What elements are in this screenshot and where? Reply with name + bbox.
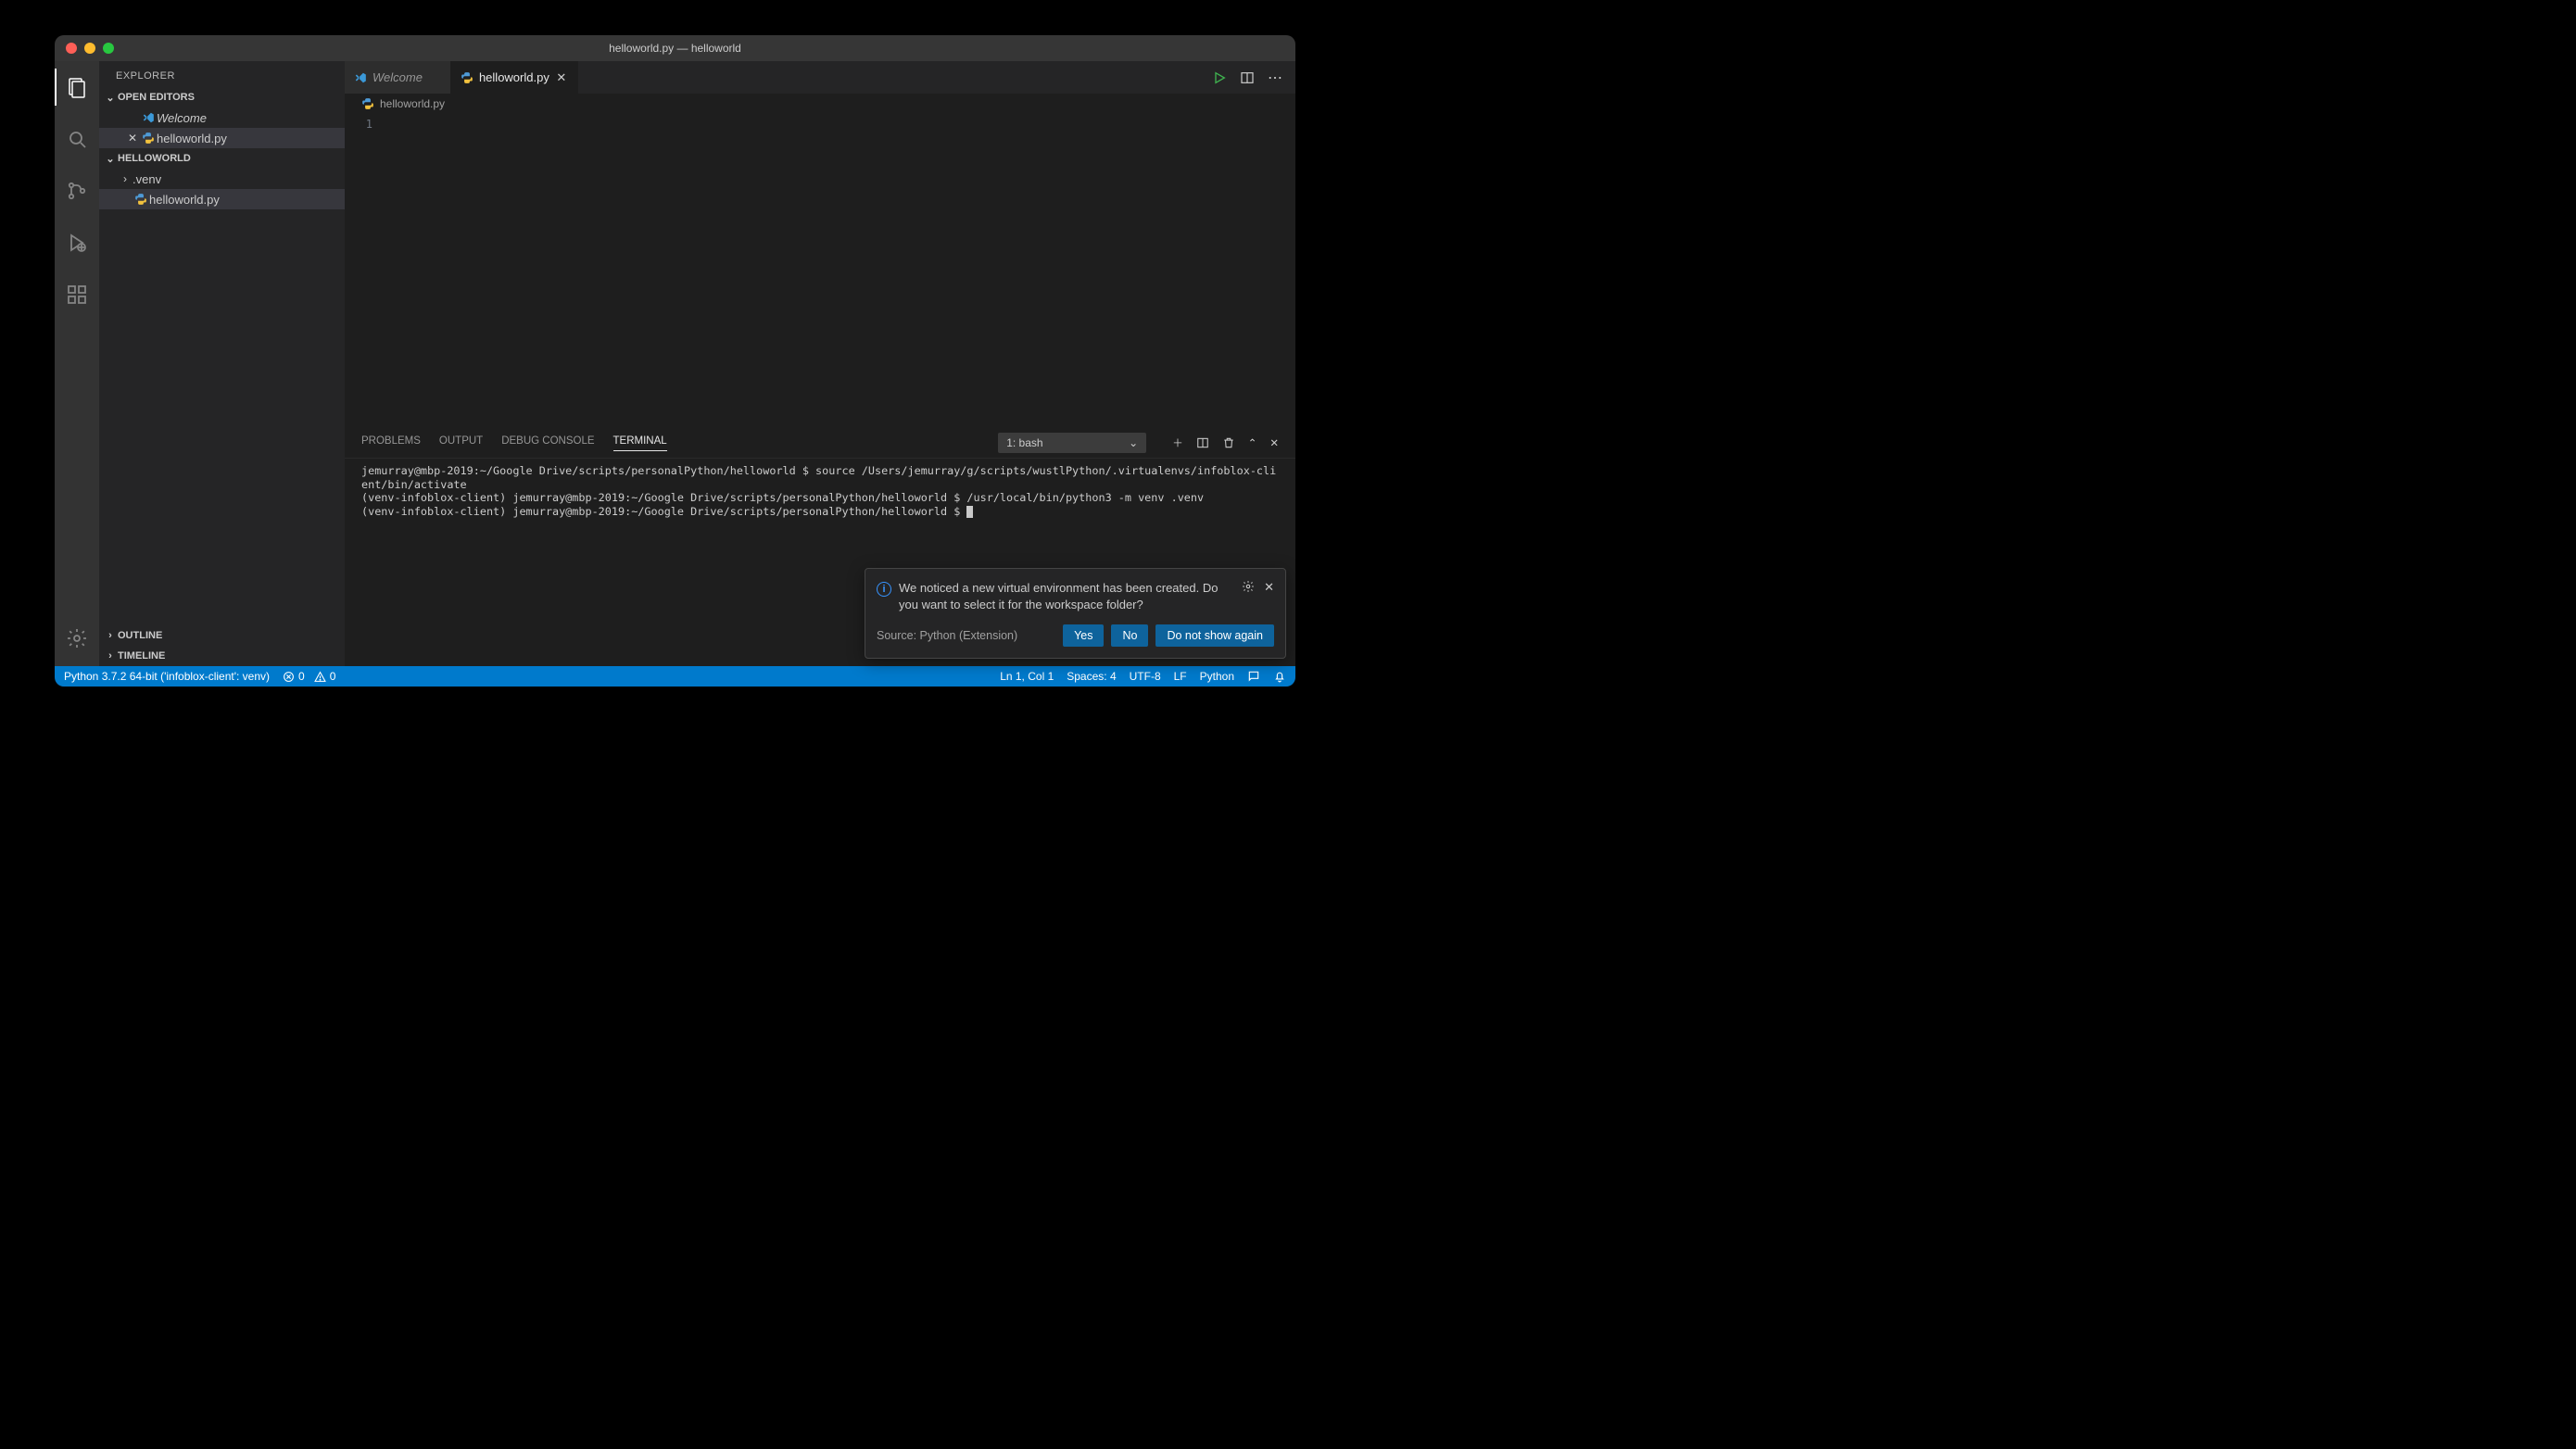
explorer-icon[interactable] [55, 69, 99, 106]
terminal-selector[interactable]: 1: bash ⌄ [998, 433, 1146, 453]
sidebar-title: EXPLORER [99, 61, 345, 87]
panel-tab-terminal[interactable]: TERMINAL [613, 435, 667, 451]
maximize-panel-icon[interactable]: ⌃ [1248, 436, 1257, 449]
terminal-line: jemurray@mbp-2019:~/Google Drive/scripts… [361, 464, 1276, 491]
outline-header[interactable]: › OUTLINE [99, 625, 345, 646]
kill-terminal-icon[interactable] [1222, 436, 1235, 449]
window-close-button[interactable] [66, 43, 77, 54]
close-panel-icon[interactable]: ✕ [1269, 436, 1279, 449]
open-editor-label: helloworld.py [157, 132, 227, 145]
notification-close-icon[interactable]: ✕ [1264, 580, 1274, 595]
editor-body[interactable]: 1 [345, 114, 1295, 427]
open-editor-welcome[interactable]: Welcome [99, 107, 345, 128]
status-python-interpreter[interactable]: Python 3.7.2 64-bit ('infoblox-client': … [64, 670, 270, 683]
new-terminal-icon[interactable]: ＋ [1172, 435, 1183, 450]
notification-message: We noticed a new virtual environment has… [899, 580, 1234, 613]
search-icon[interactable] [55, 120, 99, 158]
info-icon: i [877, 582, 891, 597]
python-icon [140, 132, 157, 145]
settings-gear-icon[interactable] [55, 620, 99, 657]
title-bar: helloworld.py — helloworld [55, 35, 1295, 61]
source-control-icon[interactable] [55, 172, 99, 209]
close-icon[interactable]: ✕ [125, 132, 140, 145]
status-cursor-position[interactable]: Ln 1, Col 1 [1000, 670, 1054, 683]
file-label: helloworld.py [149, 193, 220, 207]
python-icon [133, 193, 149, 206]
close-icon[interactable]: ✕ [555, 70, 568, 85]
chevron-right-icon: › [103, 630, 118, 641]
vscode-icon [354, 71, 367, 84]
code-area[interactable] [385, 114, 1295, 427]
notification-toast: i We noticed a new virtual environment h… [865, 568, 1286, 659]
line-number: 1 [345, 118, 373, 131]
warning-icon [314, 671, 326, 683]
terminal-cursor [966, 506, 973, 518]
terminal-selector-label: 1: bash [1006, 436, 1042, 449]
panel-tab-problems[interactable]: PROBLEMS [361, 435, 421, 450]
tab-welcome[interactable]: Welcome ✕ [345, 61, 451, 94]
breadcrumb-file: helloworld.py [380, 97, 445, 110]
line-gutter: 1 [345, 114, 385, 427]
workspace-label: HELLOWORLD [118, 153, 191, 164]
run-button[interactable] [1212, 70, 1227, 85]
outline-label: OUTLINE [118, 630, 162, 641]
python-icon [461, 71, 474, 84]
chevron-down-icon: ⌄ [1129, 436, 1138, 449]
panel-tab-debug-console[interactable]: DEBUG CONSOLE [501, 435, 594, 450]
notification-dismiss-button[interactable]: Do not show again [1155, 624, 1274, 647]
status-encoding[interactable]: UTF-8 [1130, 670, 1161, 683]
notification-source: Source: Python (Extension) [877, 629, 1017, 642]
error-icon [283, 671, 295, 683]
window-minimize-button[interactable] [84, 43, 95, 54]
tab-helloworld[interactable]: helloworld.py ✕ [451, 61, 578, 94]
open-editor-label: Welcome [157, 111, 207, 125]
timeline-label: TIMELINE [118, 650, 165, 662]
terminal-line: (venv-infoblox-client) jemurray@mbp-2019… [361, 505, 966, 518]
terminal-line: (venv-infoblox-client) jemurray@mbp-2019… [361, 491, 1204, 504]
tab-label: helloworld.py [479, 70, 549, 84]
extensions-icon[interactable] [55, 276, 99, 313]
split-editor-icon[interactable] [1240, 70, 1255, 85]
notification-settings-icon[interactable] [1242, 580, 1255, 595]
editor-tabs: Welcome ✕ helloworld.py ✕ [345, 61, 1295, 94]
notification-no-button[interactable]: No [1111, 624, 1148, 647]
window-zoom-button[interactable] [103, 43, 114, 54]
folder-venv[interactable]: › .venv [99, 169, 345, 189]
chevron-right-icon: › [103, 650, 118, 662]
status-eol[interactable]: LF [1174, 670, 1187, 683]
chevron-down-icon: ⌄ [103, 153, 118, 165]
chevron-down-icon: ⌄ [103, 92, 118, 104]
python-icon [361, 97, 374, 110]
activity-bar [55, 61, 99, 666]
explorer-sidebar: EXPLORER ⌄ OPEN EDITORS Welcome ✕ hellow… [99, 61, 345, 666]
breadcrumb[interactable]: helloworld.py [345, 94, 1295, 114]
status-bar: Python 3.7.2 64-bit ('infoblox-client': … [55, 666, 1295, 687]
file-helloworld[interactable]: helloworld.py [99, 189, 345, 209]
status-indentation[interactable]: Spaces: 4 [1067, 670, 1116, 683]
status-feedback-icon[interactable] [1247, 670, 1260, 683]
notification-yes-button[interactable]: Yes [1063, 624, 1104, 647]
tab-label: Welcome [373, 70, 423, 84]
open-editor-helloworld[interactable]: ✕ helloworld.py [99, 128, 345, 148]
vscode-icon [140, 111, 157, 124]
more-actions-icon[interactable]: ⋯ [1268, 69, 1282, 87]
chevron-right-icon: › [118, 172, 133, 185]
window-title: helloworld.py — helloworld [55, 42, 1295, 55]
open-editors-label: OPEN EDITORS [118, 92, 195, 103]
status-errors[interactable]: 0 0 [283, 670, 335, 683]
workspace-header[interactable]: ⌄ HELLOWORLD [99, 148, 345, 169]
status-language[interactable]: Python [1200, 670, 1234, 683]
folder-label: .venv [133, 172, 161, 186]
status-bell-icon[interactable] [1273, 670, 1286, 683]
run-debug-icon[interactable] [55, 224, 99, 261]
split-terminal-icon[interactable] [1196, 436, 1209, 449]
timeline-header[interactable]: › TIMELINE [99, 646, 345, 666]
panel-tab-output[interactable]: OUTPUT [439, 435, 483, 450]
open-editors-header[interactable]: ⌄ OPEN EDITORS [99, 87, 345, 107]
